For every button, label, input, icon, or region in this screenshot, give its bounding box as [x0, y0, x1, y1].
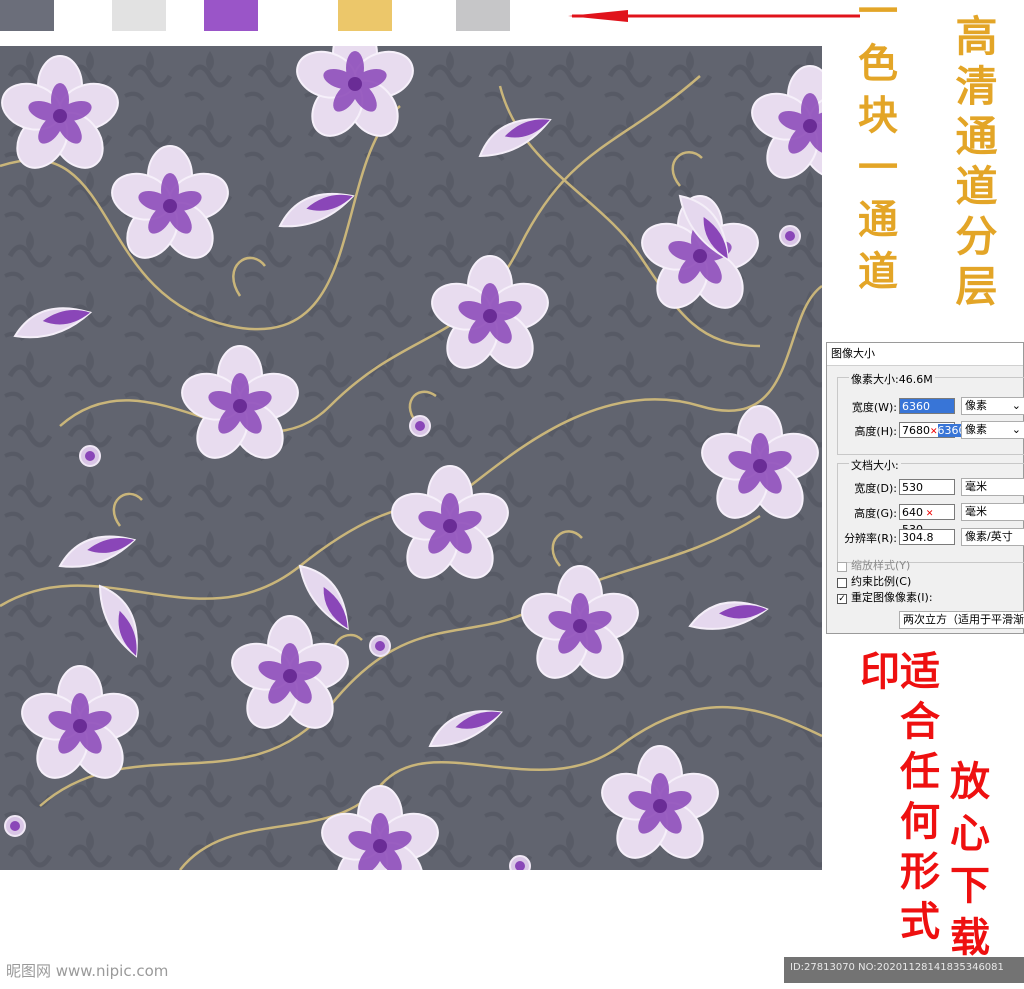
swatch-purple	[204, 0, 258, 31]
width-input[interactable]: 6360	[899, 398, 955, 414]
swatch-gray	[456, 0, 510, 31]
doc-size-label: 文档大小:	[849, 457, 901, 473]
download-ok-label: 放心下载	[943, 760, 990, 968]
width-unit-select[interactable]: 像素 ⌄	[961, 397, 1024, 415]
channel-note-label: 一色块一通道	[851, 0, 898, 302]
resample-checkbox[interactable]: ✓	[837, 594, 847, 604]
resample-label: 重定图像像素(I):	[851, 591, 933, 604]
swatch-lightgray	[112, 0, 166, 31]
resolution-unit-select[interactable]: 像素/英寸	[961, 528, 1024, 546]
constrain-proportions-checkbox[interactable]	[837, 578, 847, 588]
scale-styles-checkbox[interactable]	[837, 562, 847, 572]
resample-method-select[interactable]: 两次立方（适用于平滑渐变	[899, 611, 1024, 629]
site-watermark: 昵图网 www.nipic.com	[6, 962, 169, 980]
pixel-size-label: 像素大小:46.6M	[849, 371, 935, 387]
floral-pattern	[0, 46, 822, 870]
doc-width-unit-select[interactable]: 毫米	[961, 478, 1024, 496]
doc-height-unit-select[interactable]: 毫米	[961, 503, 1024, 521]
dialog-title: 图像大小	[827, 343, 1023, 366]
height-label: 高度(H):	[854, 425, 897, 438]
red-arrow-icon	[568, 10, 860, 22]
red-mark-icon: ✕	[923, 509, 934, 519]
print-ok-label: 适合任何形式印	[853, 650, 940, 950]
resolution-input[interactable]: 304.8	[899, 529, 955, 545]
chevron-down-icon: ⌄	[1011, 399, 1021, 412]
red-mark-icon: ✕	[930, 427, 938, 437]
hd-layers-label: 高清通道分层	[949, 14, 998, 314]
doc-height-input[interactable]: 640 ✕ 530	[899, 504, 955, 536]
resolution-label: 分辨率(R):	[844, 532, 897, 545]
chevron-down-icon: ⌄	[1011, 423, 1021, 436]
pixel-dimensions-group	[837, 377, 1024, 455]
doc-width-input[interactable]: 530	[899, 479, 955, 495]
height-input[interactable]: 7680✕6360	[899, 422, 966, 438]
width-label: 宽度(W):	[851, 401, 897, 414]
id-watermark: ID:27813070 NO:20201128141835346081	[790, 962, 1004, 973]
swatch-slate	[0, 0, 54, 31]
doc-height-label: 高度(G):	[854, 507, 897, 520]
swatch-gold	[338, 0, 392, 31]
height-unit-select[interactable]: 像素 ⌄	[961, 421, 1024, 439]
image-size-dialog: 图像大小 像素大小:46.6M 宽度(W): 6360 像素 ⌄ 高度(H): 7…	[826, 342, 1024, 634]
height-old-value: 7680	[902, 424, 930, 437]
doc-width-label: 宽度(D):	[854, 482, 897, 495]
